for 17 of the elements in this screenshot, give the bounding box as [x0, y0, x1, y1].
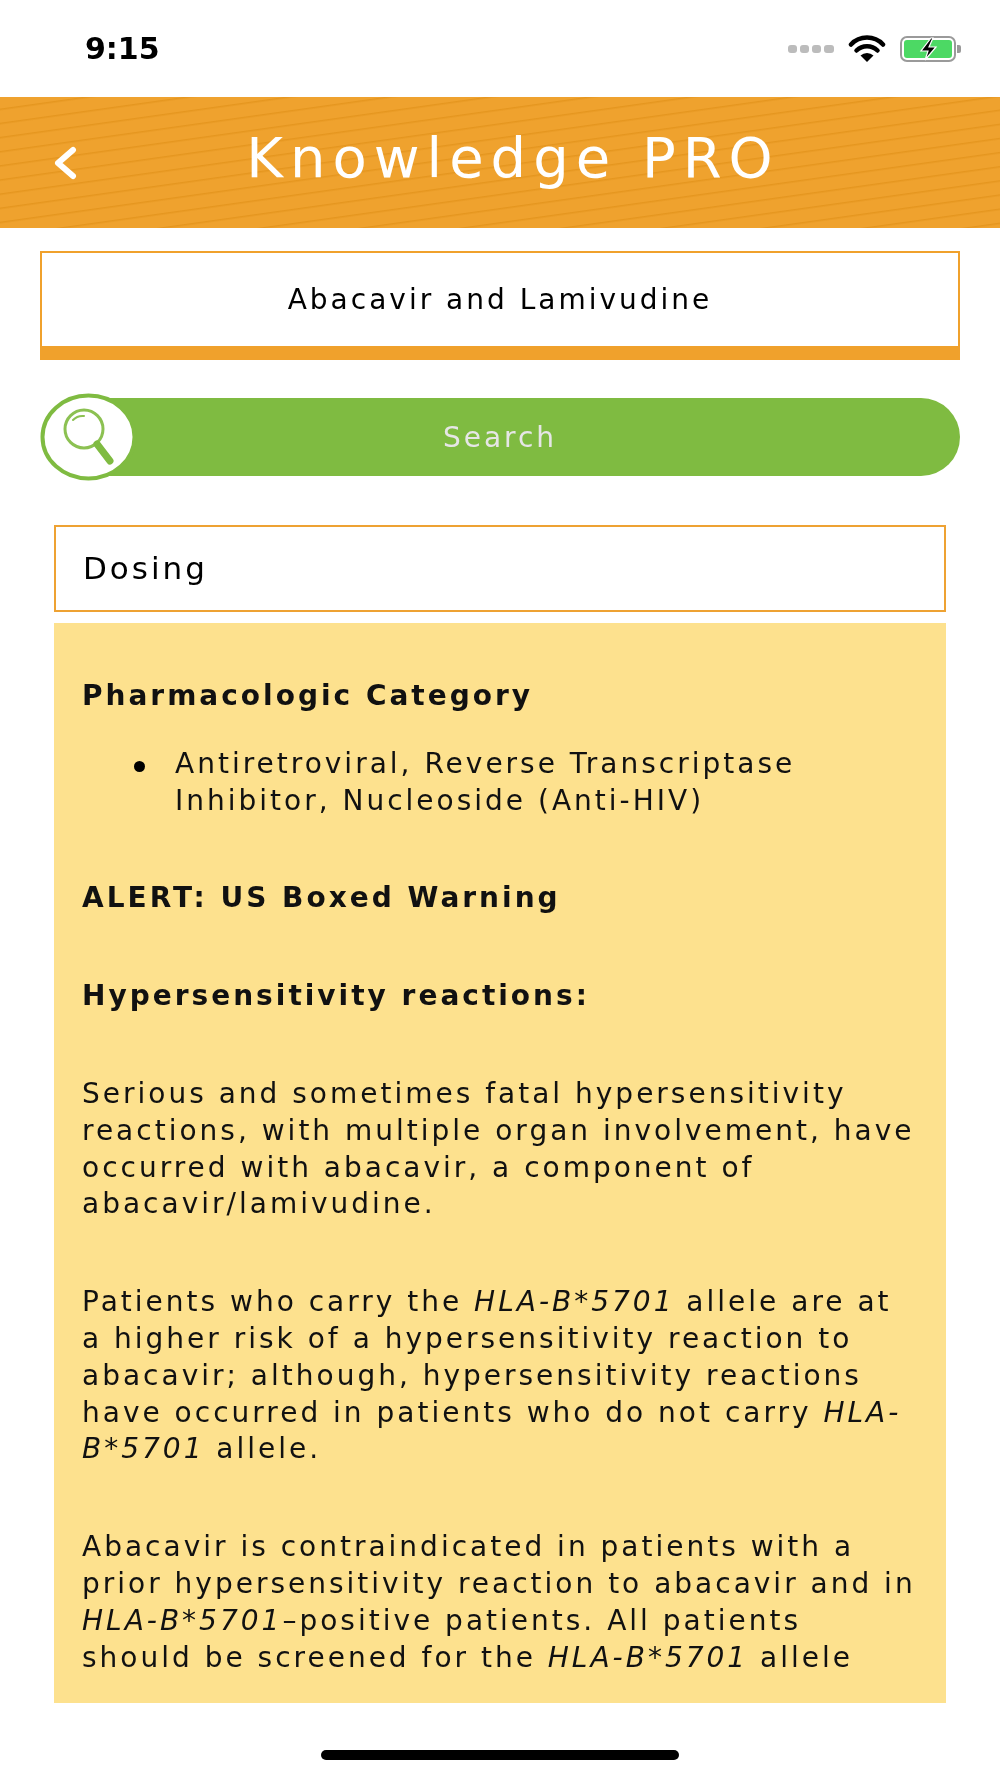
search-icon: [40, 393, 137, 481]
drug-selector[interactable]: Abacavir and Lamivudine: [40, 251, 960, 360]
list-item-text: Antiretroviral, Reverse Transcriptase Inhibitor, Nucleoside (Anti-HIV): [175, 745, 797, 819]
status-time: 9:15: [85, 30, 160, 68]
signal-dots-icon: [788, 44, 834, 53]
section-heading: Hypersensitivity reactions:: [82, 978, 591, 1015]
section-heading: ALERT: US Boxed Warning: [82, 880, 562, 917]
wifi-icon: [848, 34, 886, 63]
section-selector[interactable]: Dosing: [54, 525, 946, 612]
paragraph: Patients who carry the HLA-B*5701 allele are at a higher risk of a hypersensitivity reaction to abacavir; although, hypersensitivity reactions have occurred in patients who do not carry HLA-B*5701 allele.: [82, 1284, 903, 1468]
section-heading: Pharmacologic Category: [82, 678, 535, 714]
app-title: Knowledge PRO: [245, 125, 781, 191]
paragraph: Serious and sometimes fatal hypersensitivity reactions, with multiple organ involvement, have occurred with abacavir, a component of abacavir/lamivudine.: [82, 1076, 916, 1223]
paragraph: Abacavir is contraindicated in patients with a prior hypersensitivity reaction to abacavir and in HLA-B*5701–positive patients. All patients should be screened for the HLA-B*5701 allele: [82, 1529, 917, 1676]
bullet-icon: [134, 760, 145, 772]
search-field[interactable]: Search: [137, 398, 960, 476]
battery-charging-icon: [900, 35, 962, 62]
